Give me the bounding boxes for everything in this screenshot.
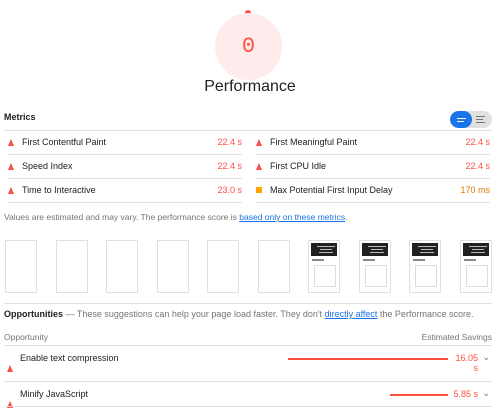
fail-triangle-icon	[8, 186, 14, 194]
metrics-note: Values are estimated and may vary. The p…	[4, 212, 348, 222]
opportunity-row[interactable]: Minify JavaScript 5.85 s ⌄	[4, 384, 492, 408]
filmstrip-frame	[157, 240, 189, 293]
page-title: Performance	[204, 78, 296, 95]
savings-value: 16.05 s	[455, 353, 478, 373]
opportunity-row[interactable]: Enable text compression 16.05 s ⌄	[4, 348, 492, 373]
chevron-down-icon[interactable]: ⌄	[482, 388, 490, 399]
filmstrip-frame	[207, 240, 239, 293]
note-text: Values are estimated and may vary. The p…	[4, 212, 240, 222]
metrics-title: Metrics	[4, 112, 36, 122]
metric-time-to-interactive: Time to Interactive 23.0 s	[8, 178, 242, 202]
metric-name: First Meaningful Paint	[270, 137, 358, 147]
filmstrip-frame-loaded	[359, 240, 391, 293]
filmstrip-frame-loaded	[409, 240, 441, 293]
opportunities-title: Opportunities	[4, 309, 63, 319]
opportunity-name: Enable text compression	[20, 353, 119, 363]
average-square-icon	[256, 187, 262, 193]
note-text-end: .	[345, 212, 348, 222]
metric-first-cpu-idle: First CPU Idle 22.4 s	[256, 154, 490, 178]
chevron-down-icon[interactable]: ⌄	[482, 352, 490, 363]
metric-name: Max Potential First Input Delay	[270, 185, 393, 195]
divider	[4, 345, 492, 346]
divider	[4, 406, 492, 407]
performance-score: 0	[241, 34, 256, 59]
fail-triangle-icon	[8, 162, 14, 170]
filmstrip-frame-loaded	[308, 240, 340, 293]
filmstrip-frame	[258, 240, 290, 293]
filmstrip-frame	[56, 240, 88, 293]
opportunities-header: Opportunities — These suggestions can he…	[4, 309, 473, 319]
metric-value: 23.0 s	[217, 185, 242, 195]
metrics-view-toggle[interactable]	[450, 111, 492, 128]
savings-value-unit: s	[473, 363, 479, 373]
metric-value: 22.4 s	[465, 137, 490, 147]
metric-value: 22.4 s	[465, 161, 490, 171]
divider	[4, 303, 492, 304]
filmstrip-frame	[5, 240, 37, 293]
directly-affect-link[interactable]: directly affect	[325, 309, 378, 319]
opportunities-desc: — These suggestions can help your page l…	[63, 309, 325, 319]
divider	[256, 202, 490, 203]
divider	[4, 381, 492, 382]
metric-first-meaningful-paint: First Meaningful Paint 22.4 s	[256, 130, 490, 154]
metric-name: First Contentful Paint	[22, 137, 107, 147]
metric-speed-index: Speed Index 22.4 s	[8, 154, 242, 178]
metric-value: 22.4 s	[217, 137, 242, 147]
savings-bar	[390, 394, 448, 396]
metric-value: 170 ms	[460, 185, 490, 195]
column-header-opportunity: Opportunity	[4, 332, 48, 342]
fail-triangle-icon	[256, 162, 262, 170]
savings-value-line: 16.05	[455, 353, 478, 363]
metric-name: First CPU Idle	[270, 161, 327, 171]
savings-bar	[288, 358, 448, 360]
opportunities-desc-end: the Performance score.	[377, 309, 474, 319]
filmstrip-frame-loaded	[460, 240, 492, 293]
metric-name: Speed Index	[22, 161, 73, 171]
savings-value: 5.85 s	[453, 389, 478, 399]
compact-view-icon[interactable]	[450, 111, 472, 128]
metric-max-potential-fid: Max Potential First Input Delay 170 ms	[256, 178, 490, 202]
fail-triangle-icon	[256, 138, 262, 146]
opportunity-name: Minify JavaScript	[20, 389, 89, 399]
fail-triangle-icon	[8, 138, 14, 146]
metric-value: 22.4 s	[217, 161, 242, 171]
divider	[8, 202, 242, 203]
metric-first-contentful-paint: First Contentful Paint 22.4 s	[8, 130, 242, 154]
expanded-view-icon[interactable]	[470, 111, 490, 128]
column-header-savings: Estimated Savings	[421, 332, 492, 342]
metrics-link[interactable]: based only on these metrics	[239, 212, 345, 222]
metrics-header: Metrics	[4, 111, 492, 129]
performance-gauge: 0 Performance	[0, 0, 500, 108]
fail-triangle-icon	[7, 355, 13, 372]
metric-name: Time to Interactive	[22, 185, 96, 195]
score-circle: 0	[215, 13, 282, 80]
filmstrip-frame	[106, 240, 138, 293]
